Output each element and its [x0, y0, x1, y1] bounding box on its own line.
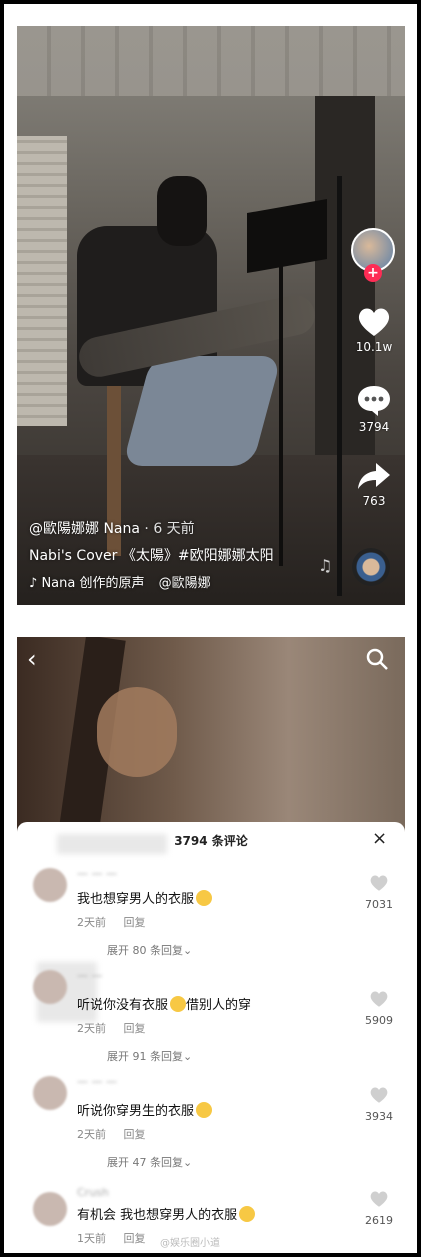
comment-meta: 2天前 回复	[77, 1126, 160, 1142]
commenter-avatar[interactable]	[33, 1076, 67, 1110]
chevron-down-icon: ⌄	[183, 944, 193, 957]
reply-button[interactable]: 回复	[124, 1022, 146, 1035]
search-icon[interactable]	[365, 647, 389, 671]
laugh-cry-emoji-icon	[196, 1102, 213, 1118]
mic-stand	[337, 176, 342, 596]
commenter-avatar[interactable]	[33, 970, 67, 1004]
smirk-emoji-icon	[239, 1206, 256, 1222]
heart-icon	[370, 991, 388, 1007]
grin-emoji-icon	[170, 996, 187, 1012]
like-count: 10.1w	[355, 340, 393, 354]
heart-icon	[370, 1087, 388, 1103]
comment-like-button[interactable]: 2619	[359, 1190, 399, 1227]
expand-replies[interactable]: 展开 47 条回复⌄	[107, 1154, 192, 1170]
commenter-avatar[interactable]	[33, 1192, 67, 1226]
acoustic-wall-panel	[17, 136, 67, 426]
back-chevron-icon[interactable]: ‹	[27, 647, 37, 671]
follow-plus-icon[interactable]: +	[364, 264, 382, 282]
heart-icon	[370, 875, 388, 891]
comment-text: 听说你穿男生的衣服	[77, 1100, 213, 1119]
author-line[interactable]: @歐陽娜娜 Nana · 6 天前	[29, 518, 195, 538]
comment-text-content: 听说你穿男生的衣服	[77, 1104, 195, 1119]
comment-meta: 2天前 回复	[77, 1020, 160, 1036]
comment-button[interactable]: 3794	[350, 384, 398, 434]
studio-ceiling	[17, 26, 405, 96]
comment-text-content: 听说你没有衣服	[77, 998, 169, 1013]
music-title: Nana 创作的原声	[41, 576, 145, 591]
reply-button[interactable]: 回复	[124, 1128, 146, 1141]
watermark: @娱乐圈小道	[160, 1238, 220, 1249]
tiktok-note-icon: ♪	[29, 576, 38, 591]
singer-head	[157, 176, 207, 246]
commenter-name[interactable]: 一 一	[77, 968, 103, 984]
comment-meta: 2天前 回复	[77, 914, 160, 930]
music-disc-icon[interactable]	[352, 548, 390, 586]
share-button[interactable]: 763	[350, 460, 398, 508]
share-count: 763	[362, 494, 386, 508]
reply-button[interactable]: 回复	[124, 1232, 146, 1245]
share-arrow-icon	[358, 463, 390, 489]
video-description: Nabi's Cover 《太陽》#欧阳娜娜太阳	[29, 548, 274, 564]
expand-replies-label: 展开 91 条回复	[107, 1050, 183, 1063]
comment-time: 2天前	[77, 916, 106, 929]
music-stand-pole	[279, 266, 283, 566]
comments-sheet: 3794 条评论 × 一 一 一 我也想穿男人的衣服 2天前 回复 展开 80 …	[17, 822, 405, 1249]
expand-replies-label: 展开 80 条回复	[107, 944, 183, 957]
mosaic-blur	[57, 834, 167, 854]
comment-count: 3794	[358, 420, 390, 434]
music-note-icon: ♫	[318, 556, 333, 575]
comment-time: 2天前	[77, 1128, 106, 1141]
comment-meta: 1天前 回复	[77, 1230, 160, 1246]
commenter-name[interactable]: Crush	[77, 1186, 109, 1199]
close-icon[interactable]: ×	[372, 830, 387, 848]
chevron-down-icon: ⌄	[183, 1156, 193, 1169]
chevron-down-icon: ⌄	[183, 1050, 193, 1063]
comment-icon	[358, 386, 390, 416]
commenter-avatar[interactable]	[33, 868, 67, 902]
author-handle[interactable]: @歐陽娜娜 Nana	[29, 521, 140, 537]
expand-replies[interactable]: 展开 91 条回复⌄	[107, 1048, 192, 1064]
hand	[97, 687, 177, 777]
post-time: · 6 天前	[144, 521, 195, 537]
smirk-emoji-icon	[196, 890, 213, 906]
like-button[interactable]: 10.1w	[350, 306, 398, 354]
video-player-background: ‹	[17, 637, 405, 837]
comment-text: 有机会 我也想穿男人的衣服	[77, 1204, 256, 1223]
comment-text-content: 我也想穿男人的衣服	[77, 892, 195, 907]
comment-like-count: 5909	[365, 1014, 393, 1027]
expand-replies[interactable]: 展开 80 条回复⌄	[107, 942, 192, 958]
music-line[interactable]: ♪ Nana 创作的原声 @歐陽娜	[29, 572, 211, 591]
comment-text: 我也想穿男人的衣服	[77, 888, 213, 907]
comment-like-button[interactable]: 3934	[359, 1086, 399, 1123]
comment-text-content: 有机会 我也想穿男人的衣服	[77, 1208, 238, 1223]
comment-time: 2天前	[77, 1022, 106, 1035]
expand-replies-label: 展开 47 条回复	[107, 1156, 183, 1169]
comment-text-continuation: 借别人的穿	[186, 998, 252, 1013]
comment-time: 1天前	[77, 1232, 106, 1245]
music-author: @歐陽娜	[158, 576, 211, 591]
comment-text: 听说你没有衣服 借别人的穿	[77, 994, 251, 1013]
heart-icon	[370, 1191, 388, 1207]
comment-like-count: 3934	[365, 1110, 393, 1123]
commenter-name[interactable]: 一 一 一	[77, 866, 117, 882]
comment-like-button[interactable]: 5909	[359, 990, 399, 1027]
commenter-name[interactable]: 一 一 一	[77, 1074, 117, 1090]
comment-like-button[interactable]: 7031	[359, 874, 399, 911]
comment-like-count: 7031	[365, 898, 393, 911]
comment-like-count: 2619	[365, 1214, 393, 1227]
reply-button[interactable]: 回复	[124, 916, 146, 929]
heart-icon	[358, 308, 390, 336]
